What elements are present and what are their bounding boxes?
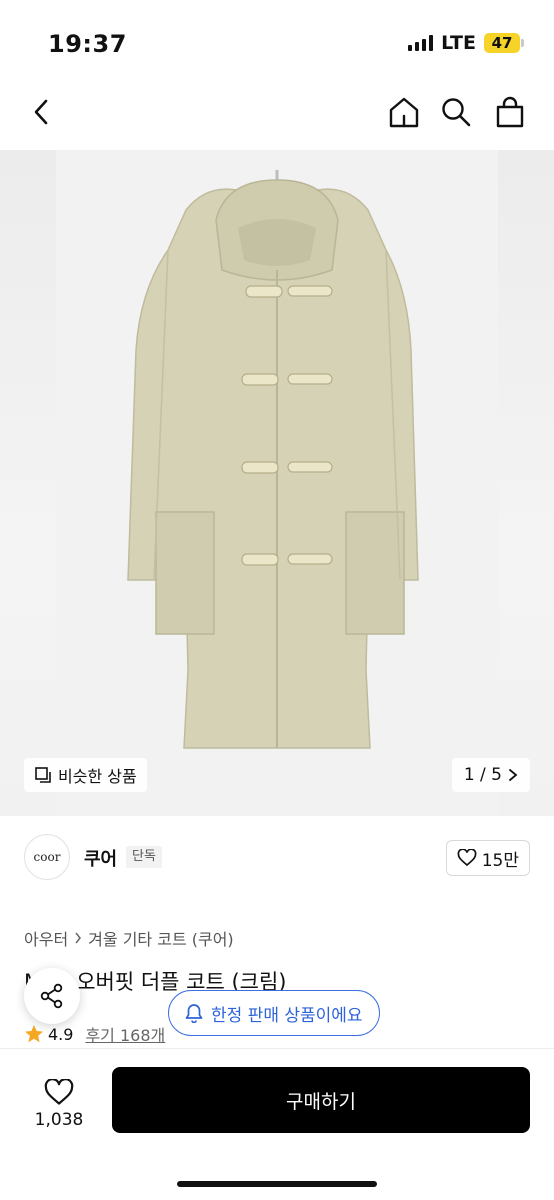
limited-sale-label: 한정 판매 상품이에요 <box>211 1005 363 1026</box>
bell-icon <box>185 1004 203 1023</box>
status-bar: 19:37 LTE 47 <box>0 0 554 86</box>
bottom-action-bar: 1,038 구매하기 <box>0 1048 554 1200</box>
battery-level: 47 <box>484 33 520 53</box>
similar-products-label: 비슷한 상품 <box>58 767 137 786</box>
cart-button[interactable] <box>490 92 530 132</box>
network-label: LTE <box>441 32 476 54</box>
chevron-right-icon <box>75 932 82 944</box>
signal-icon <box>408 35 434 51</box>
heart-icon <box>44 1078 74 1105</box>
chevron-right-icon <box>509 769 518 781</box>
home-indicator <box>177 1181 377 1187</box>
image-pager[interactable]: 1 / 5 <box>451 758 530 792</box>
breadcrumb-item-category[interactable]: 겨울 기타 코트 (쿠어) <box>88 926 234 950</box>
share-icon <box>40 983 63 1009</box>
home-icon <box>389 97 419 128</box>
home-button[interactable] <box>384 92 424 132</box>
breadcrumb-item-outer[interactable]: 아우터 <box>24 926 68 950</box>
heart-icon <box>457 849 477 867</box>
brand-row: coor 쿠어 단독 15만 <box>0 828 554 890</box>
limited-sale-notice: 한정 판매 상품이에요 <box>168 990 380 1036</box>
search-button[interactable] <box>436 92 476 132</box>
search-icon <box>442 98 471 127</box>
back-button[interactable] <box>22 92 62 132</box>
status-time: 19:37 <box>48 30 127 58</box>
battery-icon: 47 <box>484 33 524 53</box>
product-photo <box>56 150 498 816</box>
product-image-gallery[interactable]: 비슷한 상품 1 / 5 <box>0 150 554 816</box>
brand-logo[interactable]: coor <box>24 834 70 880</box>
top-nav <box>0 86 554 140</box>
duffle-coat-image <box>127 170 419 749</box>
rating-value: 4.9 <box>48 1024 74 1044</box>
exclusive-badge: 단독 <box>126 846 162 868</box>
breadcrumb: 아우터 겨울 기타 코트 (쿠어) <box>24 926 234 950</box>
similar-items-icon <box>35 767 51 783</box>
wishlist-button[interactable]: 1,038 <box>24 1069 94 1139</box>
similar-products-button[interactable]: 비슷한 상품 <box>24 758 147 792</box>
brand-name[interactable]: 쿠어 <box>84 845 117 871</box>
wishlist-count: 1,038 <box>34 1109 84 1130</box>
share-button[interactable] <box>24 968 80 1024</box>
brand-like-button[interactable]: 15만 <box>445 840 530 876</box>
brand-like-count: 15만 <box>481 850 519 871</box>
star-icon <box>25 1025 43 1043</box>
status-indicators: LTE 47 <box>408 32 524 54</box>
chevron-left-icon <box>34 99 48 125</box>
shopping-bag-icon <box>496 96 524 128</box>
buy-button[interactable]: 구매하기 <box>112 1067 530 1133</box>
review-count-link[interactable]: 후기 168개 <box>85 1022 165 1046</box>
pager-text: 1 / 5 <box>463 765 502 785</box>
rating-row: 4.9 후기 168개 <box>24 1022 165 1046</box>
